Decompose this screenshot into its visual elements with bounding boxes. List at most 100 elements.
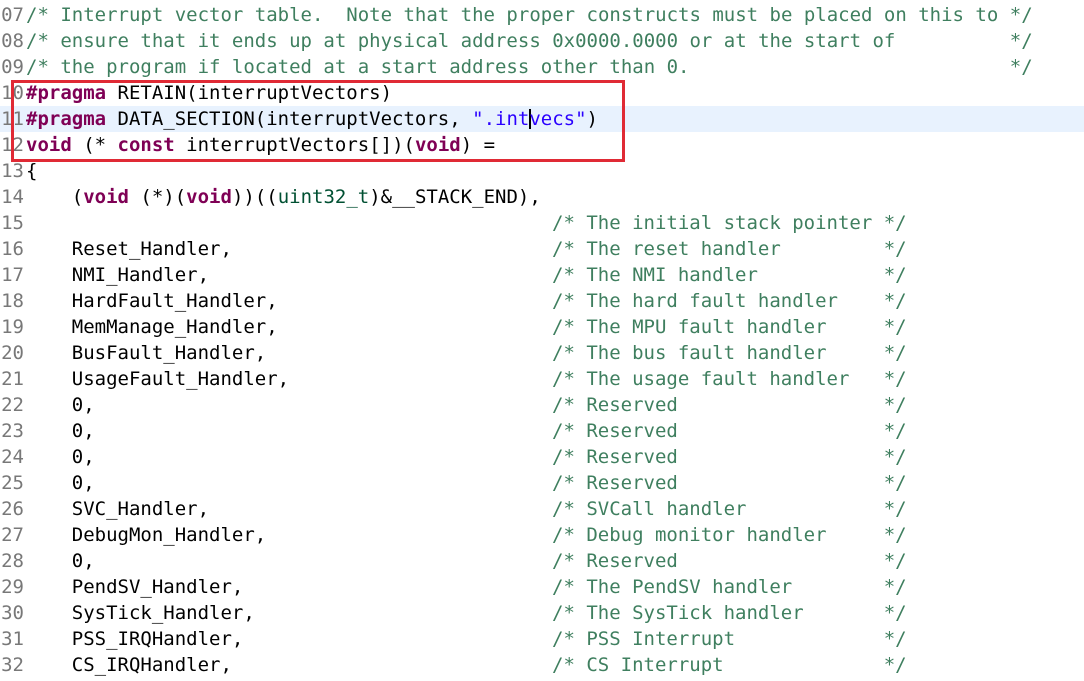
comment: /* The PendSV handler */ <box>552 576 907 598</box>
line-number: 28 <box>1 550 24 572</box>
comment: /* CS Interrupt */ <box>552 654 907 676</box>
code-line-32[interactable]: 32 CS_IRQHandler, /* CS Interrupt */ <box>0 652 1084 678</box>
line-number: 09 <box>1 56 24 78</box>
keyword-pragma: #pragma <box>26 82 107 104</box>
code-line-16[interactable]: 16 Reset_Handler, /* The reset handler */ <box>0 236 1084 262</box>
code-text: MemManage_Handler, <box>26 316 278 338</box>
code-line-25[interactable]: 25 0, /* Reserved */ <box>0 470 1084 496</box>
code-line-27[interactable]: 27 DebugMon_Handler, /* Debug monitor han… <box>0 522 1084 548</box>
code-editor[interactable]: 07 /* Interrupt vector table. Note that … <box>0 2 1084 681</box>
code-line-07[interactable]: 07 /* Interrupt vector table. Note that … <box>0 2 1084 28</box>
code-text: { <box>26 160 38 182</box>
comment: /* The bus fault handler */ <box>552 342 907 364</box>
comment: /* The reset handler */ <box>552 238 907 260</box>
code-line-28[interactable]: 28 0, /* Reserved */ <box>0 548 1084 574</box>
line-number: 24 <box>1 446 24 468</box>
code-text: PSS_IRQHandler, <box>26 628 244 650</box>
code-text: PendSV_Handler, <box>26 576 244 598</box>
code-line-30[interactable]: 30 SysTick_Handler, /* The SysTick handle… <box>0 600 1084 626</box>
comment: /* ensure that it ends up at physical ad… <box>26 30 1033 52</box>
code-line-23[interactable]: 23 0, /* Reserved */ <box>0 418 1084 444</box>
code-text: 0, <box>26 472 95 494</box>
comment: /* Reserved */ <box>552 394 907 416</box>
code-line-10[interactable]: 10 #pragma RETAIN(interruptVectors) <box>0 80 1084 106</box>
line-number: 23 <box>1 420 24 442</box>
line-number: 08 <box>1 30 24 52</box>
code-line-20[interactable]: 20 BusFault_Handler, /* The bus fault han… <box>0 340 1084 366</box>
code-text: BusFault_Handler, <box>26 342 267 364</box>
code-text: SVC_Handler, <box>26 498 210 520</box>
comment: /* PSS Interrupt */ <box>552 628 907 650</box>
keyword-void: void <box>26 134 72 156</box>
code-fragment: ( <box>26 186 84 208</box>
comment: /* The SysTick handler */ <box>552 602 907 624</box>
line-number: 30 <box>1 602 24 624</box>
comment: /* Reserved */ <box>552 420 907 442</box>
line-number: 13 <box>1 160 24 182</box>
line-number: 15 <box>1 212 24 234</box>
comment: /* Debug monitor handler */ <box>552 524 907 546</box>
code-text: UsageFault_Handler, <box>26 368 290 390</box>
line-number: 31 <box>1 628 24 650</box>
type-name: uint32_t <box>277 186 370 208</box>
string-literal-start: ".int <box>472 108 530 130</box>
line-number: 07 <box>1 4 24 26</box>
code-text: DebugMon_Handler, <box>26 524 267 546</box>
code-line-14[interactable]: 14 (void (*)(void))((uint32_t)&__STACK_E… <box>0 184 1084 210</box>
code-line-24[interactable]: 24 0, /* Reserved */ <box>0 444 1084 470</box>
line-number: 14 <box>1 186 24 208</box>
code-fragment: DATA_SECTION(interruptVectors, <box>106 108 473 130</box>
string-literal-end: vecs" <box>529 108 587 130</box>
code-line-22[interactable]: 22 0, /* Reserved */ <box>0 392 1084 418</box>
code-fragment: ) = <box>460 134 496 156</box>
code-line-11-current[interactable]: 11 #pragma DATA_SECTION(interruptVectors… <box>0 106 1084 132</box>
comment: /* SVCall handler */ <box>552 498 907 520</box>
code-line-17[interactable]: 17 NMI_Handler, /* The NMI handler */ <box>0 262 1084 288</box>
code-text: 0, <box>26 394 95 416</box>
keyword-void: void <box>414 134 461 156</box>
code-text: 0, <box>26 550 95 572</box>
code-text: #pragma DATA_SECTION(interruptVectors, "… <box>26 106 598 132</box>
line-number: 25 <box>1 472 24 494</box>
comment: /* Reserved */ <box>552 446 907 468</box>
code-line-29[interactable]: 29 PendSV_Handler, /* The PendSV handler … <box>0 574 1084 600</box>
comment: /* The usage fault handler */ <box>552 368 907 390</box>
code-line-19[interactable]: 19 MemManage_Handler, /* The MPU fault ha… <box>0 314 1084 340</box>
code-text: 0, <box>26 420 95 442</box>
comment: /* The hard fault handler */ <box>552 290 907 312</box>
comment: /* The NMI handler */ <box>552 264 907 286</box>
code-text: SysTick_Handler, <box>26 602 255 624</box>
line-number: 16 <box>1 238 24 260</box>
code-fragment: (* <box>71 134 118 156</box>
line-number: 27 <box>1 524 24 546</box>
code-line-09[interactable]: 09 /* the program if located at a start … <box>0 54 1084 80</box>
code-line-26[interactable]: 26 SVC_Handler, /* SVCall handler */ <box>0 496 1084 522</box>
code-line-21[interactable]: 21 UsageFault_Handler, /* The usage fault… <box>0 366 1084 392</box>
line-number: 22 <box>1 394 24 416</box>
code-fragment: RETAIN(interruptVectors) <box>106 82 393 104</box>
keyword-void: void <box>186 186 232 208</box>
code-text: NMI_Handler, <box>26 264 210 286</box>
code-fragment: ) <box>586 108 598 130</box>
comment: /* Interrupt vector table. Note that the… <box>26 4 1033 26</box>
code-text: HardFault_Handler, <box>26 290 278 312</box>
code-text: Reset_Handler, <box>26 238 232 260</box>
code-fragment: (*)( <box>128 186 187 208</box>
code-fragment: )&__STACK_END), <box>369 186 541 208</box>
comment: /* The initial stack pointer */ <box>552 212 907 234</box>
code-line-13[interactable]: 13 { <box>0 158 1084 184</box>
line-number: 10 <box>1 82 24 104</box>
line-number: 21 <box>1 368 24 390</box>
line-number: 12 <box>1 134 24 156</box>
keyword-pragma: #pragma <box>26 108 107 130</box>
line-number: 32 <box>1 654 24 676</box>
code-line-31[interactable]: 31 PSS_IRQHandler, /* PSS Interrupt */ <box>0 626 1084 652</box>
line-number: 20 <box>1 342 24 364</box>
line-number: 11 <box>1 108 24 130</box>
code-line-12[interactable]: 12 void (* const interruptVectors[])(voi… <box>0 132 1084 158</box>
code-line-08[interactable]: 08 /* ensure that it ends up at physical… <box>0 28 1084 54</box>
code-line-18[interactable]: 18 HardFault_Handler, /* The hard fault h… <box>0 288 1084 314</box>
line-number: 29 <box>1 576 24 598</box>
code-line-15[interactable]: 15 /* The initial stack pointer */ <box>0 210 1084 236</box>
comment: /* Reserved */ <box>552 472 907 494</box>
